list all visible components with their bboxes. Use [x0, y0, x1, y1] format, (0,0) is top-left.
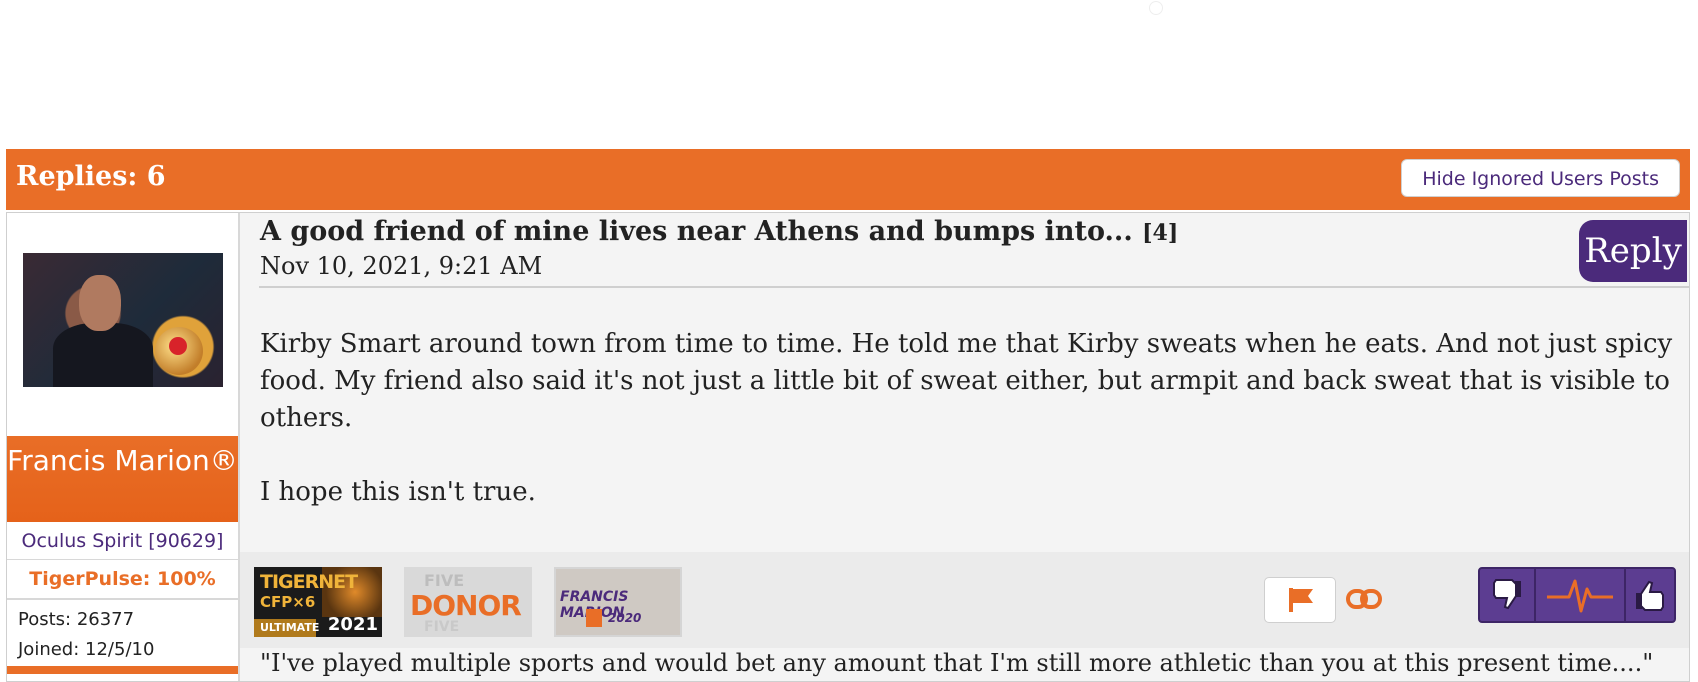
- user-signature: "I've played multiple sports and would b…: [260, 649, 1654, 677]
- badge-text: FIVE: [424, 571, 465, 590]
- tigerpulse-score: TigerPulse: 100%: [7, 560, 238, 600]
- post-date: Nov 10, 2021, 9:21 AM: [260, 252, 543, 280]
- badge-year: 2021: [327, 614, 378, 635]
- avatar-bowling-ball: [155, 327, 203, 375]
- post-body: Kirby Smart around town from time to tim…: [260, 326, 1680, 548]
- reply-button[interactable]: Reply: [1579, 220, 1687, 282]
- vote-controls: [1478, 567, 1676, 623]
- badge-text: DONOR: [410, 589, 522, 622]
- replies-header: Replies: 6 Hide Ignored Users Posts: [6, 149, 1690, 210]
- flag-icon: [1289, 588, 1313, 612]
- badge-cfp-ultimate[interactable]: TIGERNET CFP×6 ULTIMATE 2021: [254, 567, 382, 637]
- avatar-face: [79, 275, 121, 331]
- title-divider: [259, 286, 1689, 288]
- thumbs-down-icon: [1493, 579, 1521, 610]
- joined-date: Joined: 12/5/10: [18, 639, 155, 660]
- thumbs-up-icon: [1636, 580, 1664, 611]
- badge-text: CFP×6: [260, 593, 316, 611]
- username[interactable]: Francis Marion®: [7, 436, 238, 522]
- user-stats: Posts: 26377 Joined: 12/5/10: [18, 605, 233, 665]
- badge-francis-marion-2020[interactable]: FRANCIS MARION 2020: [554, 567, 682, 637]
- loading-indicator: [1149, 1, 1163, 15]
- post-paragraph: Kirby Smart around town from time to tim…: [260, 329, 1673, 433]
- badge-year: 2020: [608, 611, 642, 625]
- badge-text: ULTIMATE: [254, 619, 319, 637]
- post-title[interactable]: A good friend of mine lives near Athens …: [260, 216, 1178, 247]
- post-content: A good friend of mine lives near Athens …: [240, 213, 1689, 681]
- badge-text: TIGERNET: [260, 571, 358, 593]
- report-flag-button[interactable]: [1264, 577, 1336, 623]
- hide-ignored-users-button[interactable]: Hide Ignored Users Posts: [1401, 159, 1680, 197]
- posts-count: Posts: 26377: [18, 609, 135, 630]
- badge-five-year-donor[interactable]: FIVE DONOR FIVE: [404, 567, 532, 637]
- avatar[interactable]: [23, 253, 223, 387]
- post-reply-count: [4]: [1142, 220, 1179, 246]
- user-info-panel: Francis Marion® Oculus Spirit [90629] Ti…: [7, 213, 240, 681]
- badge-text: FIVE: [424, 619, 460, 635]
- thumbs-down-button[interactable]: [1480, 569, 1536, 621]
- post-footer: TIGERNET CFP×6 ULTIMATE 2021 FIVE DONOR …: [240, 552, 1689, 648]
- tiger-paw-icon: [586, 609, 602, 627]
- user-rank: Oculus Spirit [90629]: [7, 523, 238, 560]
- forum-post: Francis Marion® Oculus Spirit [90629] Ti…: [6, 212, 1690, 682]
- avatar-figure: [53, 323, 153, 387]
- replies-count: Replies: 6: [16, 161, 166, 192]
- link-icon[interactable]: [1346, 588, 1382, 610]
- post-title-text: A good friend of mine lives near Athens …: [260, 216, 1133, 247]
- tigerpulse-button[interactable]: [1536, 569, 1626, 621]
- post-paragraph: I hope this isn't true.: [260, 477, 536, 507]
- user-panel-divider: [7, 666, 238, 674]
- pulse-icon: [1547, 579, 1613, 613]
- thumbs-up-button[interactable]: [1626, 569, 1674, 621]
